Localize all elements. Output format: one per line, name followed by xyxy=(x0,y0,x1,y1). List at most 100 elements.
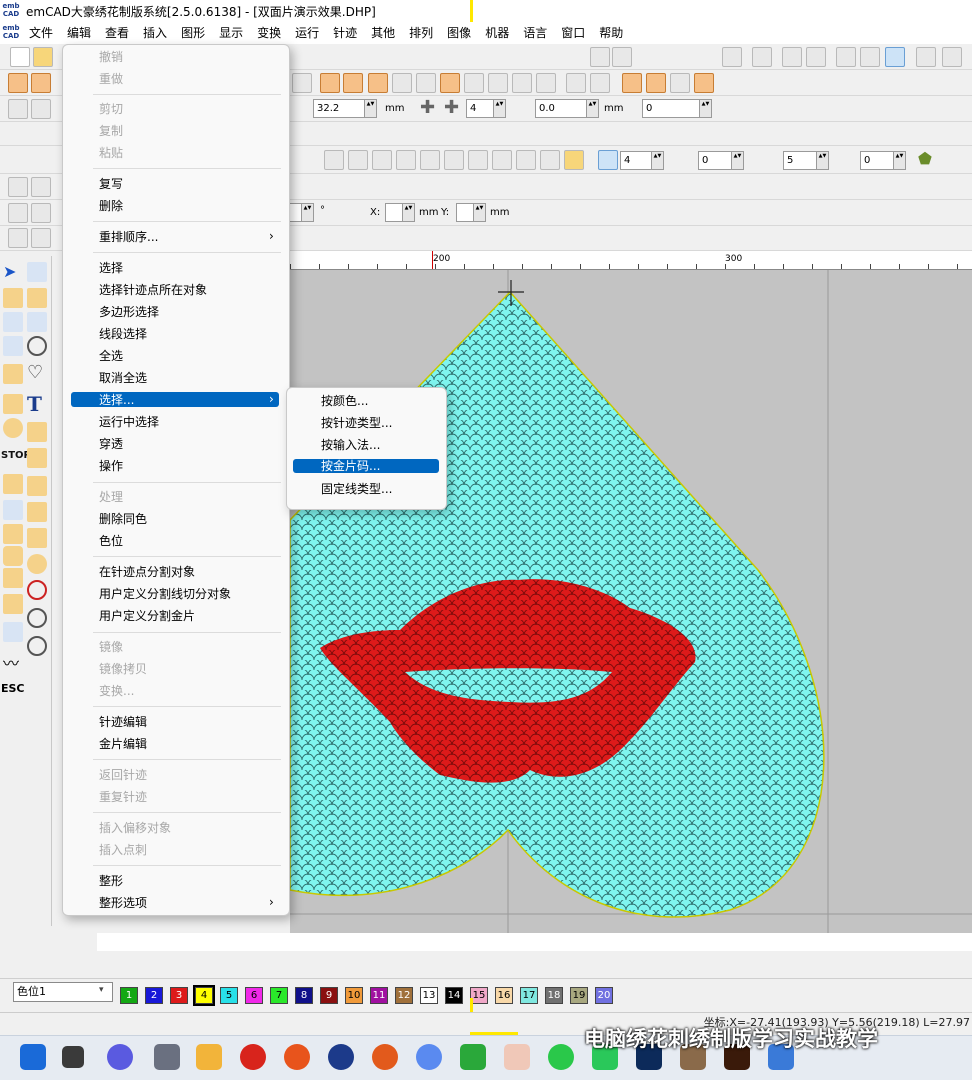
stitch-len3-icon[interactable] xyxy=(27,528,47,548)
num-2-icon[interactable] xyxy=(348,150,368,170)
ungroup-icon[interactable] xyxy=(942,47,962,67)
stitch-tool-icon[interactable] xyxy=(3,288,23,308)
design-canvas[interactable] xyxy=(290,270,972,934)
browser-icon[interactable] xyxy=(284,1044,310,1070)
curve-tool-icon[interactable] xyxy=(27,422,47,442)
grid-stitch-icon[interactable] xyxy=(512,73,532,93)
menu-item-delete-same-color[interactable]: 删除同色 xyxy=(99,511,147,527)
wave-icon[interactable] xyxy=(622,73,642,93)
cloud-icon[interactable] xyxy=(416,1044,442,1070)
menu-item-penetrate[interactable]: 穿透 xyxy=(99,436,123,452)
fill-pattern5-icon[interactable] xyxy=(416,73,436,93)
menu-view[interactable]: 查看 xyxy=(98,22,136,44)
wps-icon[interactable] xyxy=(240,1044,266,1070)
menu-item-stitch-edit[interactable]: 针迹编辑 xyxy=(99,714,147,730)
select-arrow-icon[interactable]: ➤ xyxy=(3,262,23,282)
menu-window[interactable]: 窗口 xyxy=(554,22,592,44)
rotate-input[interactable] xyxy=(290,203,314,222)
fill-pattern6-icon[interactable] xyxy=(488,73,508,93)
pentagon-icon[interactable]: ⬟ xyxy=(915,150,935,170)
distribute-icon[interactable] xyxy=(885,47,905,67)
node2-icon[interactable] xyxy=(31,177,51,197)
fill-pattern7-icon[interactable] xyxy=(536,73,556,93)
fill-pattern-icon[interactable] xyxy=(320,73,340,93)
wave2-icon[interactable] xyxy=(646,73,666,93)
color-swatch-11[interactable]: 11 xyxy=(370,987,388,1004)
menu-transform[interactable]: 变换 xyxy=(250,22,288,44)
tool-b-icon[interactable] xyxy=(31,203,51,223)
menu-item-split-at-stitch[interactable]: 在针迹点分割对象 xyxy=(99,564,195,580)
task-view-icon[interactable] xyxy=(62,1046,84,1068)
offset-input[interactable]: 0.0 xyxy=(535,99,599,118)
menu-item-segment-select[interactable]: 线段选择 xyxy=(99,326,147,342)
submenu-item-by-color[interactable]: 按颜色... xyxy=(321,393,368,409)
color-swatch-13[interactable]: 13 xyxy=(420,987,438,1004)
text-tool-icon[interactable]: T xyxy=(27,392,47,416)
poly-select-icon[interactable] xyxy=(3,312,23,332)
menu-shape[interactable]: 图形 xyxy=(174,22,212,44)
menu-item-user-split-sequin[interactable]: 用户定义分割金片 xyxy=(99,608,195,624)
menu-item-color-slot[interactable]: 色位 xyxy=(99,533,123,549)
file-explorer-icon[interactable] xyxy=(196,1044,222,1070)
menu-item-insert-offset[interactable]: 插入偏移对象 xyxy=(99,820,171,836)
edge-icon[interactable] xyxy=(548,1044,574,1070)
num-1-icon[interactable] xyxy=(324,150,344,170)
arc-tool-icon[interactable] xyxy=(3,364,23,384)
media-icon[interactable] xyxy=(372,1044,398,1070)
eraser-icon[interactable] xyxy=(3,546,23,566)
menu-item-user-split-line[interactable]: 用户定义分割线切分对象 xyxy=(99,586,231,602)
ring-tool-icon[interactable] xyxy=(27,608,47,628)
tool-c-icon[interactable] xyxy=(8,228,28,248)
fill-pattern4-icon[interactable] xyxy=(392,73,412,93)
menu-item-reorder[interactable]: 重排顺序... xyxy=(99,229,158,245)
layout-icon[interactable] xyxy=(8,99,28,119)
num-8-icon[interactable] xyxy=(492,150,512,170)
submenu-item-fixed-line-type[interactable]: 固定线类型... xyxy=(321,481,392,497)
grid-icon[interactable] xyxy=(722,47,742,67)
teams-icon[interactable] xyxy=(107,1044,133,1070)
menu-language[interactable]: 语言 xyxy=(516,22,554,44)
tool-a-icon[interactable] xyxy=(8,203,28,223)
menu-item-polygon-select[interactable]: 多边形选择 xyxy=(99,304,159,320)
calculator-icon[interactable] xyxy=(154,1044,180,1070)
color-swatch-19[interactable]: 19 xyxy=(570,987,588,1004)
menu-other[interactable]: 其他 xyxy=(364,22,402,44)
repeat-input[interactable]: 5 xyxy=(783,151,829,170)
canvas-hscroll[interactable] xyxy=(97,933,972,951)
spiral-icon[interactable] xyxy=(598,150,618,170)
menu-item-deselect-all[interactable]: 取消全选 xyxy=(99,370,147,386)
menu-arrange[interactable]: 排列 xyxy=(402,22,440,44)
color-swatch-12[interactable]: 12 xyxy=(395,987,413,1004)
color-swatch-20[interactable]: 20 xyxy=(595,987,613,1004)
es-icon[interactable] xyxy=(328,1044,354,1070)
menu-item-select-all[interactable]: 全选 xyxy=(99,348,123,364)
color-swatch-5[interactable]: 5 xyxy=(220,987,238,1004)
gap-input[interactable]: 0 xyxy=(698,151,744,170)
node-icon[interactable] xyxy=(8,177,28,197)
wave-tool-icon[interactable]: 〰 xyxy=(3,650,23,673)
menu-help[interactable]: 帮助 xyxy=(592,22,630,44)
zigzag-icon[interactable] xyxy=(440,73,460,93)
menu-item-duplicate[interactable]: 复写 xyxy=(99,176,123,192)
color-swatch-16[interactable]: 16 xyxy=(495,987,513,1004)
stitch-tool2-icon[interactable] xyxy=(27,288,47,308)
submenu-item-by-sequin-code[interactable]: 按金片码... xyxy=(321,458,380,474)
angle-input[interactable]: 32.2 xyxy=(313,99,377,118)
color-swatch-1[interactable]: 1 xyxy=(120,987,138,1004)
color-swatch-6[interactable]: 6 xyxy=(245,987,263,1004)
menu-item-cut[interactable]: 剪切 xyxy=(99,101,123,117)
refresh-icon[interactable] xyxy=(752,47,772,67)
layer-input[interactable]: 0 xyxy=(860,151,906,170)
menu-item-operation[interactable]: 操作 xyxy=(99,458,123,474)
wave3-icon[interactable] xyxy=(670,73,690,93)
menu-item-select-by-stitch-point[interactable]: 选择针迹点所在对象 xyxy=(99,282,207,298)
angle-icon[interactable] xyxy=(622,99,642,119)
menu-run[interactable]: 运行 xyxy=(288,22,326,44)
poly-tool-icon[interactable] xyxy=(27,312,47,332)
target-icon[interactable] xyxy=(342,203,362,223)
menu-item-select-while-running[interactable]: 运行中选择 xyxy=(99,414,159,430)
updown-icon[interactable] xyxy=(3,500,23,520)
color-swatch-2[interactable]: 2 xyxy=(145,987,163,1004)
satin2-icon[interactable] xyxy=(31,73,51,93)
windows-start-icon[interactable] xyxy=(20,1044,46,1070)
